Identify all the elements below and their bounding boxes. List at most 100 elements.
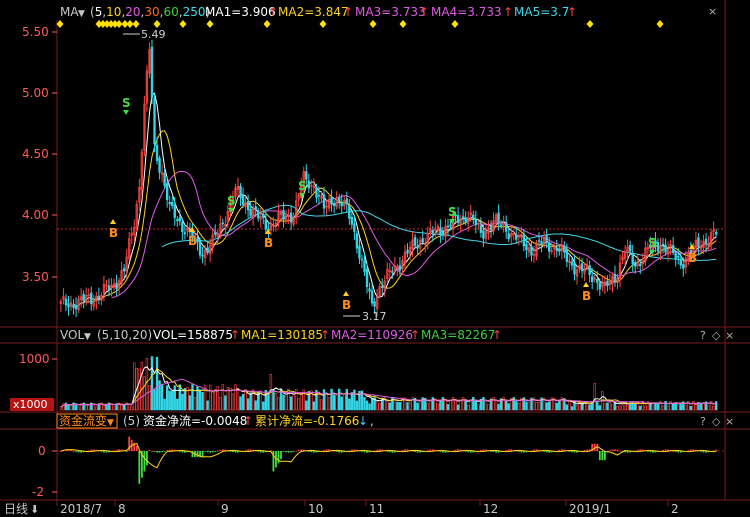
volume-bar xyxy=(229,388,232,411)
volume-bar xyxy=(262,401,265,411)
volume-bar xyxy=(694,404,698,411)
x-label-2: 2 xyxy=(671,502,679,516)
x-label-12: 12 xyxy=(483,502,498,516)
candle-body xyxy=(150,46,154,99)
volume-ma3-arrow: ↑ xyxy=(492,328,502,342)
chart-canvas[interactable]: MA ▼ (5,10,20,30,60,250) MA1=3.906 ↑ MA2… xyxy=(0,0,750,517)
flow-close-icon[interactable]: × xyxy=(725,415,734,428)
main-indicator-params[interactable]: (5,10,20,30,60,250) xyxy=(90,5,210,19)
volume-bar xyxy=(193,397,197,411)
volume-bar xyxy=(593,383,596,411)
candle-body xyxy=(358,245,361,259)
flow-bar xyxy=(234,451,237,453)
volume-indicator-name[interactable]: VOL xyxy=(60,328,84,342)
main-close-icon[interactable]: × xyxy=(708,5,717,18)
volume-ma2-value: MA2=110926 xyxy=(331,328,413,342)
main-ma5-value: MA5=3.7 xyxy=(514,5,569,19)
period-down-arrow-icon[interactable]: ⬇ xyxy=(30,503,39,516)
candle-body xyxy=(350,216,354,225)
main-indicator-name[interactable]: MA xyxy=(60,5,79,19)
candle-body xyxy=(588,265,591,276)
volume-bar xyxy=(206,400,209,411)
flow-bar xyxy=(135,445,138,451)
period-selector[interactable]: 日线 xyxy=(4,502,28,516)
x-label-11: 11 xyxy=(369,502,384,516)
volume-params[interactable]: (5,10,20) xyxy=(97,328,152,342)
candle-body xyxy=(241,195,245,205)
volume-bar xyxy=(436,403,440,411)
volume-bar xyxy=(249,392,252,411)
volume-bar xyxy=(494,400,498,411)
volume-bar xyxy=(666,405,670,411)
flow-bar xyxy=(677,451,680,453)
volume-bar xyxy=(300,392,303,411)
candle-body xyxy=(697,237,700,248)
volume-bar xyxy=(130,406,133,411)
flow-help-icon[interactable]: ? xyxy=(700,415,706,428)
x-label-9: 9 xyxy=(221,502,229,516)
flow-bar xyxy=(300,449,303,451)
flow-dropdown-icon[interactable]: ▼ xyxy=(107,418,114,428)
candle-body xyxy=(507,233,510,240)
flow-bar xyxy=(244,450,247,451)
candle-body xyxy=(181,221,184,232)
candle-body xyxy=(249,208,252,216)
volume-bar xyxy=(406,402,409,411)
volume-bar xyxy=(59,406,63,411)
flow-bar xyxy=(158,451,161,453)
flow-bar xyxy=(545,451,548,453)
flow-trailing: , xyxy=(370,414,374,428)
volume-bar xyxy=(198,389,202,411)
volume-bar xyxy=(474,399,478,411)
flow-bar xyxy=(664,449,667,451)
candle-body xyxy=(573,262,576,275)
volume-bar xyxy=(330,388,333,411)
volume-close-icon[interactable]: × xyxy=(725,329,734,342)
candle-body xyxy=(555,248,558,251)
stock-chart-window: MA ▼ (5,10,20,30,60,250) MA1=3.906 ↑ MA2… xyxy=(0,0,750,517)
volume-dropdown-icon[interactable]: ▼ xyxy=(84,332,91,342)
flow-bar xyxy=(103,451,105,453)
candle-body xyxy=(580,263,584,272)
flow-indicator-name[interactable]: 资金流变 xyxy=(59,413,107,428)
volume-bar xyxy=(429,400,432,411)
buy-signal-label: B xyxy=(109,226,118,240)
flow-params[interactable]: (5) xyxy=(123,414,140,428)
candle-body xyxy=(168,201,171,205)
volume-bar xyxy=(484,399,488,411)
candle-body xyxy=(634,262,637,267)
candle-body xyxy=(370,290,374,304)
candle-body xyxy=(153,98,156,145)
diamond-marker xyxy=(586,20,594,28)
volume-bar xyxy=(181,393,184,411)
candle-body xyxy=(628,245,632,252)
candle-body xyxy=(322,194,326,209)
flow-bar xyxy=(609,450,611,452)
flow-settings-icon[interactable]: ◇ xyxy=(712,415,721,428)
volume-bar xyxy=(649,403,652,411)
flow-bar xyxy=(125,451,128,452)
volume-help-icon[interactable]: ? xyxy=(700,329,706,342)
volume-bar xyxy=(95,406,98,411)
volume-bar xyxy=(545,402,548,411)
volume-bar xyxy=(446,404,450,411)
flow-bar xyxy=(290,451,293,453)
candle-body xyxy=(82,294,85,301)
main-indicator-dropdown-icon[interactable]: ▼ xyxy=(78,9,85,19)
flow-bar xyxy=(687,450,690,452)
volume-settings-icon[interactable]: ◇ xyxy=(712,329,721,342)
sell-arrow-icon xyxy=(123,110,129,115)
volume-bar xyxy=(201,392,204,411)
candle-body xyxy=(64,298,68,306)
diamond-marker xyxy=(179,20,187,28)
flow-bar xyxy=(232,451,234,452)
flow-bar xyxy=(479,449,482,451)
flow-bar xyxy=(325,449,328,451)
flow-bar xyxy=(350,449,353,451)
flow-bar xyxy=(178,451,181,452)
x-label-2018-7: 2018/7 xyxy=(60,502,102,516)
volume-bar xyxy=(102,405,106,411)
volume-bar xyxy=(639,405,642,411)
flow-bar xyxy=(457,449,460,451)
candle-body xyxy=(530,246,533,256)
